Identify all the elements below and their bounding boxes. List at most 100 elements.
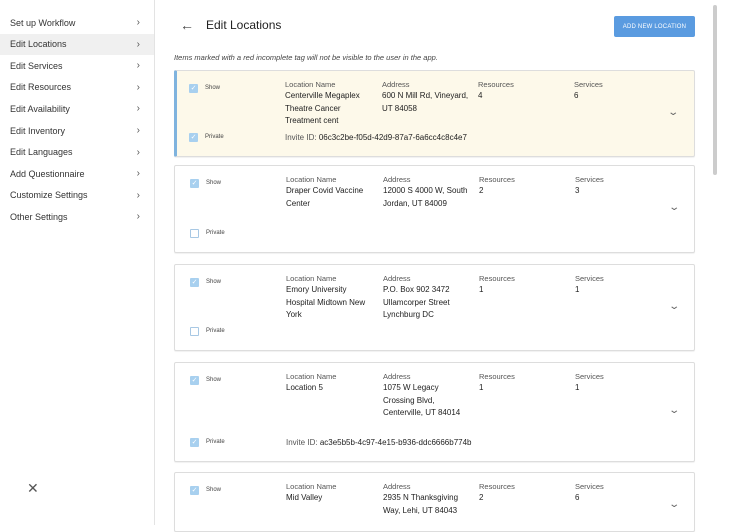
- private-label: Private: [205, 134, 224, 140]
- address-value: 2935 N Thanksgiving Way, Lehi, UT 84043: [383, 493, 459, 515]
- invite-label: Invite ID:: [286, 438, 318, 447]
- column-header: Resources: [479, 482, 515, 491]
- sidebar-item-label: Add Questionnaire: [10, 168, 85, 179]
- sidebar-item-label: Edit Locations: [10, 39, 67, 50]
- private-checkbox[interactable]: ✓: [190, 438, 199, 447]
- location-name-value: Location 5: [286, 383, 323, 392]
- sidebar-item[interactable]: Customize Settings ›: [0, 185, 154, 206]
- location-card: ✓ Show Location Name Mid Valley Address 2935…: [174, 472, 695, 532]
- column-header: Address: [382, 80, 410, 89]
- chevron-right-icon: ›: [136, 168, 140, 180]
- location-card: ✓ Show ✓ Private Location Name Centerville …: [174, 70, 695, 157]
- address-column: Address 2935 N Thanksgiving Way, Lehi, UT…: [383, 481, 471, 517]
- column-header: Location Name: [286, 175, 337, 184]
- column-header: Services: [575, 482, 604, 491]
- location-name-column: Location Name Centerville Megaplex Theatr…: [285, 79, 365, 128]
- scrollbar[interactable]: [713, 5, 717, 175]
- show-checkbox[interactable]: ✓: [190, 179, 199, 188]
- sidebar-item[interactable]: Other Settings ›: [0, 206, 154, 227]
- column-header: Location Name: [285, 80, 336, 89]
- location-card: ✓ Show Private Location Name Emory Univers…: [174, 264, 695, 351]
- location-name-value: Centerville Megaplex Theatre Cancer Trea…: [285, 91, 360, 125]
- close-icon[interactable]: ✕: [27, 480, 39, 497]
- location-name-column: Location Name Draper Covid Vaccine Center: [286, 174, 366, 210]
- sidebar-item[interactable]: Add Questionnaire ›: [0, 163, 154, 184]
- chevron-right-icon: ›: [136, 189, 140, 201]
- sidebar-item-label: Edit Languages: [10, 147, 73, 158]
- services-column: Services 1: [575, 273, 655, 297]
- show-checkbox[interactable]: ✓: [190, 486, 199, 495]
- sidebar-item-label: Customize Settings: [10, 190, 88, 201]
- chevron-right-icon: ›: [136, 146, 140, 158]
- expand-chevron-icon[interactable]: ⌄: [668, 499, 680, 510]
- column-header: Resources: [479, 175, 515, 184]
- private-checkbox[interactable]: [190, 327, 199, 336]
- add-new-location-button[interactable]: ADD NEW LOCATION: [614, 16, 695, 37]
- location-name-value: Emory University Hospital Midtown New Yo…: [286, 285, 366, 319]
- sidebar-item[interactable]: Edit Languages ›: [0, 142, 154, 163]
- chevron-right-icon: ›: [136, 81, 140, 93]
- private-checkbox[interactable]: ✓: [189, 133, 198, 142]
- expand-chevron-icon[interactable]: ⌄: [668, 301, 680, 312]
- show-checkbox[interactable]: ✓: [189, 84, 198, 93]
- resources-column: Resources 2: [479, 174, 559, 198]
- sidebar-item[interactable]: Edit Locations ›: [0, 33, 154, 55]
- resources-column: Resources 2: [479, 481, 559, 505]
- column-header: Location Name: [286, 372, 337, 381]
- expand-chevron-icon[interactable]: ⌄: [667, 107, 679, 118]
- sidebar-item[interactable]: Edit Availability ›: [0, 98, 154, 119]
- show-label: Show: [206, 180, 222, 186]
- chevron-right-icon: ›: [136, 60, 140, 72]
- show-checkbox[interactable]: ✓: [190, 376, 199, 385]
- column-header: Resources: [479, 274, 515, 283]
- invite-id-value: ac3e5b5b-4c97-4e15-b936-ddc6666b774b: [319, 438, 472, 447]
- column-header: Resources: [479, 372, 515, 381]
- services-column: Services 6: [574, 79, 654, 103]
- private-checkbox[interactable]: [190, 229, 199, 238]
- sidebar-item[interactable]: Edit Inventory ›: [0, 120, 154, 141]
- column-header: Address: [383, 372, 411, 381]
- location-name-column: Location Name Location 5: [286, 371, 366, 395]
- address-column: Address 1075 W Legacy Crossing Blvd, Cent…: [383, 371, 471, 420]
- location-name-column: Location Name Emory University Hospital M…: [286, 273, 366, 322]
- invite-id-value: 06c3c2be-f05d-42d9-87a7-6a6cc4c8c4e7: [318, 133, 467, 142]
- sidebar-item[interactable]: Set up Workflow ›: [0, 12, 154, 33]
- resources-value: 4: [478, 91, 483, 100]
- incomplete-note: Items marked with a red incomplete tag w…: [174, 53, 438, 62]
- sidebar: Set up Workflow › Edit Locations › Edit Serv…: [0, 0, 155, 525]
- location-card: ✓ Show Private Location Name Draper Covid …: [174, 165, 695, 253]
- column-header: Services: [574, 80, 603, 89]
- address-value: 12000 S 4000 W, South Jordan, UT 84009: [383, 186, 468, 208]
- location-card: ✓ Show ✓ Private Location Name Location 5 Ad…: [174, 362, 695, 462]
- location-name-column: Location Name Mid Valley: [286, 481, 366, 505]
- show-label: Show: [206, 377, 222, 383]
- show-checkbox[interactable]: ✓: [190, 278, 199, 287]
- services-column: Services 3: [575, 174, 655, 198]
- resources-value: 1: [479, 285, 484, 294]
- resources-column: Resources 1: [479, 371, 559, 395]
- page-title: Edit Locations: [206, 18, 282, 32]
- expand-chevron-icon[interactable]: ⌄: [668, 202, 680, 213]
- resources-value: 2: [479, 186, 484, 195]
- show-label: Show: [205, 85, 221, 91]
- chevron-right-icon: ›: [136, 125, 140, 136]
- invite-label: Invite ID:: [285, 133, 317, 142]
- show-label: Show: [206, 487, 222, 493]
- sidebar-item[interactable]: Edit Services ›: [0, 55, 154, 76]
- show-label: Show: [206, 279, 222, 285]
- private-label: Private: [206, 230, 225, 236]
- back-arrow-icon[interactable]: ←: [180, 17, 194, 33]
- chevron-right-icon: ›: [136, 103, 140, 115]
- address-column: Address 600 N Mill Rd, Vineyard, UT 84058: [382, 79, 470, 115]
- sidebar-item-label: Edit Services: [10, 60, 63, 71]
- expand-chevron-icon[interactable]: ⌄: [668, 405, 680, 416]
- address-value: 600 N Mill Rd, Vineyard, UT 84058: [382, 91, 469, 113]
- private-label: Private: [206, 439, 225, 445]
- invite-id: Invite ID: ac3e5b5b-4c97-4e15-b936-ddc66…: [286, 438, 472, 447]
- private-label: Private: [206, 328, 225, 334]
- address-value: 1075 W Legacy Crossing Blvd, Centerville…: [383, 383, 461, 417]
- location-name-value: Draper Covid Vaccine Center: [286, 186, 364, 208]
- sidebar-item[interactable]: Edit Resources ›: [0, 77, 154, 98]
- services-value: 6: [575, 493, 580, 502]
- resources-column: Resources 1: [479, 273, 559, 297]
